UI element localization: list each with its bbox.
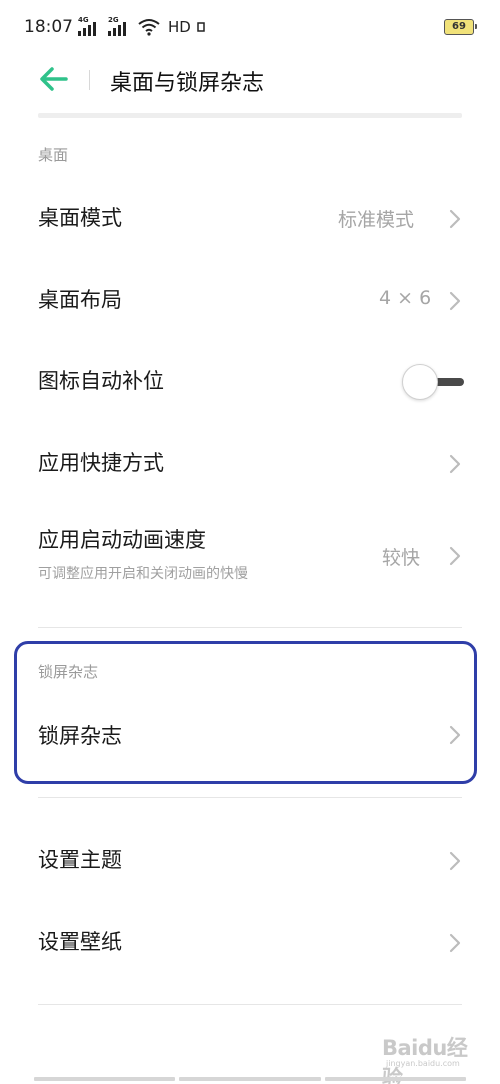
wifi-icon	[138, 19, 160, 36]
battery-level: 69	[452, 21, 466, 32]
baidu-watermark: Baidu经验 jingyan.baidu.com	[382, 1032, 478, 1084]
icon-auto-fill-toggle[interactable]	[402, 364, 464, 400]
chevron-right-icon	[449, 454, 461, 474]
battery-icon: 69	[444, 19, 477, 35]
row-title: 图标自动补位	[38, 369, 164, 393]
row-set-wallpaper[interactable]: 设置壁纸	[0, 908, 500, 978]
row-desktop-layout[interactable]: 桌面布局 4 × 6	[0, 266, 500, 336]
status-bar: 18:07 4G 2G HD 69	[0, 0, 500, 56]
app-bar-divider	[89, 70, 90, 90]
signal-2-icon: 2G	[108, 17, 132, 37]
row-title: 桌面布局	[38, 288, 122, 312]
signal-1-icon: 4G	[78, 17, 102, 37]
row-title: 设置壁纸	[38, 930, 122, 954]
status-time: 18:07	[24, 17, 73, 37]
chevron-right-icon	[449, 546, 461, 566]
row-title: 锁屏杂志	[38, 724, 122, 748]
row-icon-auto-fill: 图标自动补位	[0, 347, 500, 417]
row-title: 设置主题	[38, 848, 122, 872]
hd-indicator: HD	[168, 18, 191, 36]
section-divider	[38, 1004, 462, 1005]
row-title: 应用快捷方式	[38, 451, 164, 475]
row-value: 标准模式	[338, 209, 415, 231]
app-bar: 桌面与锁屏杂志	[0, 56, 500, 106]
section-header-desktop: 桌面	[38, 146, 69, 164]
watermark-url: jingyan.baidu.com	[386, 1059, 460, 1068]
section-divider	[38, 797, 462, 798]
row-value: 4 × 6	[379, 287, 432, 309]
status-icons: 4G 2G HD	[78, 16, 205, 38]
row-lockscreen-magazine[interactable]: 锁屏杂志	[0, 702, 500, 772]
chevron-right-icon	[449, 725, 461, 745]
back-arrow-icon	[40, 67, 68, 91]
chevron-right-icon	[449, 933, 461, 953]
row-title: 桌面模式	[38, 206, 122, 230]
hd-volte-icon	[197, 22, 205, 32]
row-subtitle: 可调整应用开启和关闭动画的快慢	[38, 566, 248, 582]
chevron-right-icon	[449, 291, 461, 311]
back-button[interactable]	[36, 64, 72, 94]
row-value: 较快	[382, 547, 421, 569]
top-scroll-strip	[38, 113, 462, 118]
row-set-theme[interactable]: 设置主题	[0, 826, 500, 896]
row-title: 应用启动动画速度	[38, 528, 206, 552]
bottom-edge-lines	[34, 1077, 466, 1081]
section-divider	[38, 627, 462, 628]
toggle-knob	[402, 364, 438, 400]
chevron-right-icon	[449, 851, 461, 871]
page-title: 桌面与锁屏杂志	[110, 71, 265, 96]
row-app-shortcuts[interactable]: 应用快捷方式	[0, 429, 500, 499]
row-desktop-mode[interactable]: 桌面模式 标准模式	[0, 184, 500, 254]
row-app-launch-animation-speed[interactable]: 应用启动动画速度 可调整应用开启和关闭动画的快慢 较快	[0, 510, 500, 600]
chevron-right-icon	[449, 209, 461, 229]
section-header-lockscreen: 锁屏杂志	[38, 663, 99, 681]
